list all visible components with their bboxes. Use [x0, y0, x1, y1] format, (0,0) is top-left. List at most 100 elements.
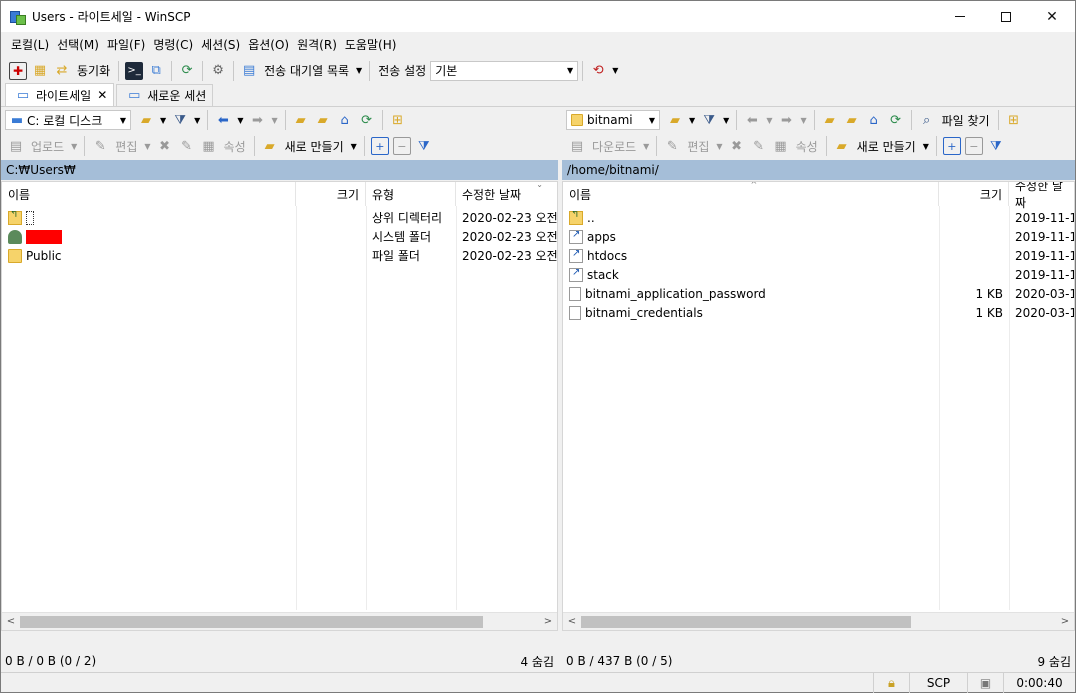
column-size[interactable]: 크기: [939, 182, 1009, 206]
filter-select-icon[interactable]: ⧩: [415, 137, 433, 155]
find-files-button[interactable]: 파일 찾기: [942, 112, 990, 129]
edit-icon[interactable]: ✎: [663, 137, 681, 155]
table-row[interactable]: stack 2019-11-1: [563, 265, 1074, 284]
table-row[interactable]: bitnami_credentials 1 KB 2020-03-1: [563, 303, 1074, 322]
find-files-icon[interactable]: ⌕: [918, 111, 936, 129]
scroll-left-icon[interactable]: <: [563, 616, 581, 627]
tree-icon[interactable]: ⊞: [1005, 111, 1023, 129]
chevron-down-icon[interactable]: ▼: [716, 142, 722, 151]
chevron-down-icon[interactable]: ▼: [689, 116, 695, 125]
queue-list-button[interactable]: 전송 대기열 목록: [264, 62, 349, 79]
transfer-options-icon[interactable]: ⟲: [589, 62, 607, 80]
tab-new-session[interactable]: ▭ 새로운 세션: [116, 84, 214, 106]
refresh-icon[interactable]: ⟳: [358, 111, 376, 129]
local-file-list[interactable]: 이름 크기 유형 수정한 날짜 ⌄ 상위 디렉터리 2020-02-23 오전: [1, 181, 558, 631]
table-row[interactable]: bitnami_application_password 1 KB 2020-0…: [563, 284, 1074, 303]
menu-local[interactable]: 로컬(L): [7, 36, 53, 53]
properties-icon[interactable]: ▦: [772, 137, 790, 155]
column-type[interactable]: 유형: [366, 182, 456, 206]
scroll-right-icon[interactable]: >: [539, 616, 557, 627]
edit-button[interactable]: 편집: [115, 138, 137, 155]
maximize-button[interactable]: [983, 1, 1029, 32]
menu-remote[interactable]: 원격(R): [293, 36, 341, 53]
queue-icon[interactable]: ▤: [240, 62, 258, 80]
menu-options[interactable]: 옵션(O): [244, 36, 293, 53]
new-folder-icon[interactable]: ▰: [833, 137, 851, 155]
new-folder-icon[interactable]: ▰: [261, 137, 279, 155]
putty-icon[interactable]: ⧉: [147, 62, 165, 80]
transfer-preset-select[interactable]: 기본 ▼: [430, 60, 579, 81]
scroll-left-icon[interactable]: <: [2, 616, 20, 627]
table-row[interactable]: htdocs 2019-11-1: [563, 246, 1074, 265]
filter-select-icon[interactable]: ⧩: [987, 137, 1005, 155]
close-button[interactable]: ✕: [1029, 1, 1075, 32]
console-icon[interactable]: >_: [125, 61, 144, 80]
tree-icon[interactable]: ⊞: [389, 111, 407, 129]
properties-button[interactable]: 속성: [224, 138, 246, 155]
menu-mark[interactable]: 선택(M): [53, 36, 103, 53]
tab-lightsail[interactable]: ▭ 라이트세일 ✕: [5, 83, 115, 106]
minimize-button[interactable]: [937, 1, 983, 32]
rename-icon[interactable]: ✎: [178, 137, 196, 155]
rename-icon[interactable]: ✎: [750, 137, 768, 155]
open-folder-icon[interactable]: ▰: [666, 111, 684, 129]
delete-icon[interactable]: ✖: [728, 137, 746, 155]
gear-icon[interactable]: ⚙: [209, 62, 227, 80]
remote-horizontal-scrollbar[interactable]: < >: [563, 612, 1074, 630]
back-arrow-icon[interactable]: ⬅: [743, 111, 761, 129]
chevron-down-icon[interactable]: ▼: [237, 116, 243, 125]
filter-icon[interactable]: ⧩: [171, 111, 189, 129]
forward-arrow-icon[interactable]: ➡: [777, 111, 795, 129]
refresh-session-icon[interactable]: ⟳: [178, 62, 196, 80]
edit-icon[interactable]: ✎: [91, 137, 109, 155]
menu-session[interactable]: 세션(S): [197, 36, 244, 53]
scroll-right-icon[interactable]: >: [1056, 616, 1074, 627]
home-icon[interactable]: ⌂: [336, 111, 354, 129]
encryption-status[interactable]: 🔒︎: [873, 672, 909, 693]
chevron-down-icon[interactable]: ▼: [800, 116, 806, 125]
local-horizontal-scrollbar[interactable]: < >: [2, 612, 557, 630]
protocol-status[interactable]: SCP: [909, 672, 967, 693]
select-all-icon[interactable]: +: [942, 137, 961, 155]
properties-button[interactable]: 속성: [796, 138, 818, 155]
table-row[interactable]: apps 2019-11-1: [563, 227, 1074, 246]
upload-icon[interactable]: ▤: [7, 137, 25, 155]
delete-icon[interactable]: ✖: [156, 137, 174, 155]
synchronize-icon[interactable]: ⇄: [53, 62, 71, 80]
open-folder-icon[interactable]: ▰: [137, 111, 155, 129]
chevron-down-icon[interactable]: ▼: [271, 116, 277, 125]
refresh-icon[interactable]: ⟳: [887, 111, 905, 129]
column-name[interactable]: 이름 ^: [563, 182, 939, 206]
download-button[interactable]: 다운로드: [592, 138, 636, 155]
parent-directory-icon[interactable]: ▰: [292, 111, 310, 129]
parent-directory-icon[interactable]: ▰: [821, 111, 839, 129]
chevron-down-icon[interactable]: ▼: [71, 142, 77, 151]
back-arrow-icon[interactable]: ⬅: [214, 111, 232, 129]
upload-button[interactable]: 업로드: [31, 138, 64, 155]
sync-browse-icon[interactable]: ▦: [31, 62, 49, 80]
compare-directories-icon[interactable]: ✚: [9, 61, 27, 80]
close-tab-icon[interactable]: ✕: [97, 88, 107, 102]
menu-help[interactable]: 도움말(H): [341, 36, 401, 53]
scroll-thumb[interactable]: [20, 615, 483, 628]
forward-arrow-icon[interactable]: ➡: [248, 111, 266, 129]
menu-files[interactable]: 파일(F): [103, 36, 149, 53]
table-row[interactable]: 상위 디렉터리 2020-02-23 오전: [2, 208, 557, 227]
filter-icon[interactable]: ⧩: [700, 111, 718, 129]
select-all-icon[interactable]: +: [370, 137, 389, 155]
home-icon[interactable]: ⌂: [865, 111, 883, 129]
chevron-down-icon[interactable]: ▼: [160, 116, 166, 125]
root-directory-icon[interactable]: ▰: [843, 111, 861, 129]
column-name[interactable]: 이름: [2, 182, 296, 206]
remote-location-select[interactable]: bitnami ▼: [566, 110, 660, 130]
column-modified[interactable]: 수정한 날짜: [1009, 182, 1074, 210]
table-row[interactable]: 시스템 폴더 2020-02-23 오전: [2, 227, 557, 246]
chevron-down-icon[interactable]: ▼: [144, 142, 150, 151]
properties-icon[interactable]: ▦: [200, 137, 218, 155]
unselect-all-icon[interactable]: −: [392, 137, 411, 155]
column-size[interactable]: 크기: [296, 182, 366, 206]
network-status[interactable]: ▣: [967, 672, 1003, 693]
new-button[interactable]: 새로 만들기: [857, 138, 916, 155]
synchronize-button[interactable]: 동기화: [77, 62, 110, 79]
local-drive-select[interactable]: ▬ C: 로컬 디스크 ▼: [5, 110, 131, 130]
